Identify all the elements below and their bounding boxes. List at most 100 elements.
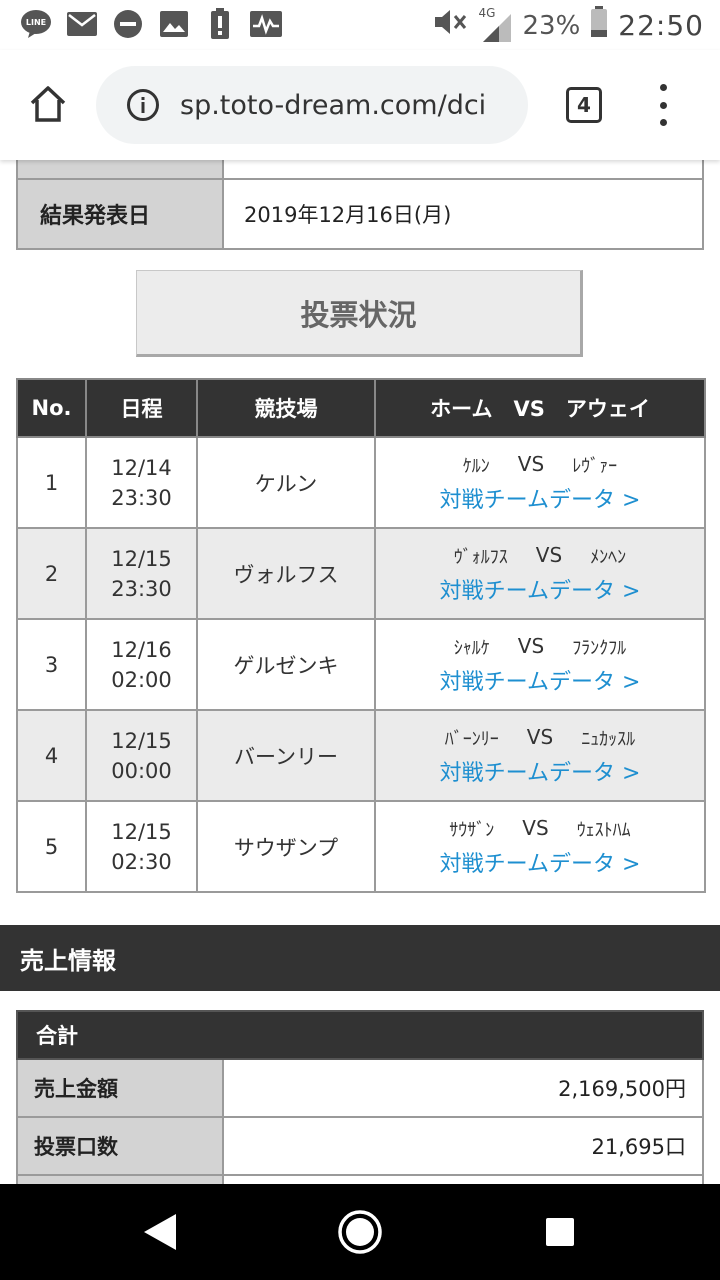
menu-dot-icon	[659, 84, 667, 91]
match-table: No. 日程 競技場 ホーム VS アウェイ 1 12/14 23:30 ケルン …	[16, 378, 706, 893]
match-time: 02:30	[111, 849, 172, 874]
sales-total-header: 合計	[16, 1010, 704, 1060]
table-row: 4 12/15 00:00 バーンリー ﾊﾞｰﾝﾘｰ VS ﾆｭｶｯｽﾙ 対戦チームデ…	[16, 709, 706, 802]
table-row: 5 12/15 02:30 サウザンプ ｻｳｻﾞﾝ VS ｳｪｽﾄﾊﾑ 対戦チームデー…	[16, 800, 706, 893]
vote-status-button[interactable]: 投票状況	[136, 270, 583, 357]
match-no: 1	[16, 436, 87, 529]
match-venue: サウザンプ	[196, 800, 376, 893]
sales-value-cut	[222, 1174, 704, 1184]
back-button[interactable]	[136, 1208, 184, 1256]
match-date: 12/14	[111, 455, 172, 480]
match-time: 23:30	[111, 576, 172, 601]
clock: 22:50	[618, 9, 704, 42]
home-team: ｻｳｻﾞﾝ	[449, 819, 495, 841]
recents-button[interactable]	[536, 1208, 584, 1256]
away-team: ﾆｭｶｯｽﾙ	[581, 728, 636, 750]
info-label-cut	[16, 160, 224, 180]
match-datetime: 12/15 02:30	[85, 800, 198, 893]
status-bar: LINE 4G 23% 22:50	[0, 0, 720, 50]
result-date-value: 2019年12月16日(月)	[222, 178, 704, 250]
match-date: 12/15	[111, 546, 172, 571]
match-date: 12/15	[111, 728, 172, 753]
recents-square-icon	[546, 1218, 574, 1246]
more-menu-button[interactable]	[648, 84, 678, 126]
team-data-link[interactable]: 対戦チームデータ >	[376, 846, 704, 878]
home-button[interactable]	[24, 80, 72, 128]
back-triangle-icon	[144, 1214, 176, 1250]
address-bar[interactable]: sp.toto-dream.com/dci	[96, 66, 528, 144]
match-datetime: 12/15 00:00	[85, 709, 198, 802]
tab-switcher-button[interactable]: 4	[566, 87, 602, 123]
header-no: No.	[16, 378, 87, 438]
match-teams-cell: ｼｬﾙｹ VS ﾌﾗﾝｸﾌﾙ 対戦チームデータ >	[374, 618, 706, 711]
match-venue: ケルン	[196, 436, 376, 529]
match-teams-cell: ﾊﾞｰﾝﾘｰ VS ﾆｭｶｯｽﾙ 対戦チームデータ >	[374, 709, 706, 802]
battery-icon	[590, 6, 608, 45]
home-team: ｼｬﾙｹ	[453, 637, 490, 659]
header-home-vs-away: ホーム VS アウェイ	[374, 378, 706, 438]
vs-label: VS	[517, 451, 545, 476]
table-row: 1 12/14 23:30 ケルン ｹﾙﾝ VS ﾚｳﾞｧｰ 対戦チームデータ >	[16, 436, 706, 529]
pulse-icon	[250, 8, 282, 40]
match-time: 00:00	[111, 758, 172, 783]
match-date: 12/15	[111, 819, 172, 844]
minus-circle-icon	[112, 8, 144, 40]
home-team: ｳﾞｫﾙﾌｽ	[453, 546, 508, 568]
sales-amount-label: 売上金額	[16, 1058, 224, 1118]
sales-amount-value: 2,169,500円	[222, 1058, 704, 1118]
match-date: 12/16	[111, 637, 172, 662]
match-teams-cell: ｻｳｻﾞﾝ VS ｳｪｽﾄﾊﾑ 対戦チームデータ >	[374, 800, 706, 893]
mail-icon	[66, 8, 98, 40]
match-venue: ヴォルフス	[196, 527, 376, 620]
signal-icon: 4G	[479, 6, 513, 42]
line-icon: LINE	[20, 8, 52, 40]
match-no: 5	[16, 800, 87, 893]
sales-section-title: 売上情報	[0, 925, 720, 991]
team-data-link[interactable]: 対戦チームデータ >	[376, 664, 704, 696]
vote-count-label: 投票口数	[16, 1116, 224, 1176]
home-icon	[30, 86, 66, 122]
header-stadium: 競技場	[196, 378, 376, 438]
team-data-link[interactable]: 対戦チームデータ >	[376, 573, 704, 605]
home-nav-button[interactable]	[336, 1208, 384, 1256]
match-time: 23:30	[111, 485, 172, 510]
match-datetime: 12/14 23:30	[85, 436, 198, 529]
home-team: ﾊﾞｰﾝﾘｰ	[444, 728, 499, 750]
match-no: 3	[16, 618, 87, 711]
system-nav-bar	[0, 1184, 720, 1280]
result-date-label: 結果発表日	[16, 178, 224, 250]
match-time: 02:00	[111, 667, 172, 692]
battery-percent: 23%	[522, 10, 581, 41]
vs-label: VS	[522, 815, 549, 840]
team-data-link[interactable]: 対戦チームデータ >	[376, 755, 704, 787]
match-datetime: 12/15 23:30	[85, 527, 198, 620]
match-datetime: 12/16 02:00	[85, 618, 198, 711]
team-data-link[interactable]: 対戦チームデータ >	[376, 482, 704, 514]
url-text[interactable]: sp.toto-dream.com/dci	[180, 90, 486, 121]
table-row: 3 12/16 02:00 ゲルゼンキ ｼｬﾙｹ VS ﾌﾗﾝｸﾌﾙ 対戦チームデータ…	[16, 618, 706, 711]
menu-dot-icon	[659, 119, 667, 126]
match-no: 4	[16, 709, 87, 802]
vote-count-value: 21,695口	[222, 1116, 704, 1176]
line-label: LINE	[26, 18, 46, 27]
home-team: ｹﾙﾝ	[462, 455, 490, 477]
info-icon[interactable]	[126, 88, 160, 122]
info-table: 結果発表日 2019年12月16日(月)	[16, 160, 704, 250]
away-team: ﾌﾗﾝｸﾌﾙ	[572, 637, 627, 659]
match-venue: ゲルゼンキ	[196, 618, 376, 711]
vs-label: VS	[535, 542, 563, 567]
info-value-cut	[222, 160, 704, 180]
alert-icon	[204, 8, 236, 40]
away-team: ﾒﾝﾍﾝ	[590, 546, 627, 568]
menu-dot-icon	[659, 101, 667, 109]
sales-label-cut	[16, 1174, 224, 1184]
away-team: ｳｪｽﾄﾊﾑ	[576, 819, 631, 841]
away-team: ﾚｳﾞｧｰ	[572, 455, 618, 477]
page-content: 結果発表日 2019年12月16日(月) 投票状況 No. 日程 競技場 ホーム…	[0, 160, 720, 1184]
match-no: 2	[16, 527, 87, 620]
match-venue: バーンリー	[196, 709, 376, 802]
vs-label: VS	[526, 724, 554, 749]
mute-icon	[433, 8, 469, 43]
vs-label: VS	[517, 633, 545, 658]
match-teams-cell: ｳﾞｫﾙﾌｽ VS ﾒﾝﾍﾝ 対戦チームデータ >	[374, 527, 706, 620]
